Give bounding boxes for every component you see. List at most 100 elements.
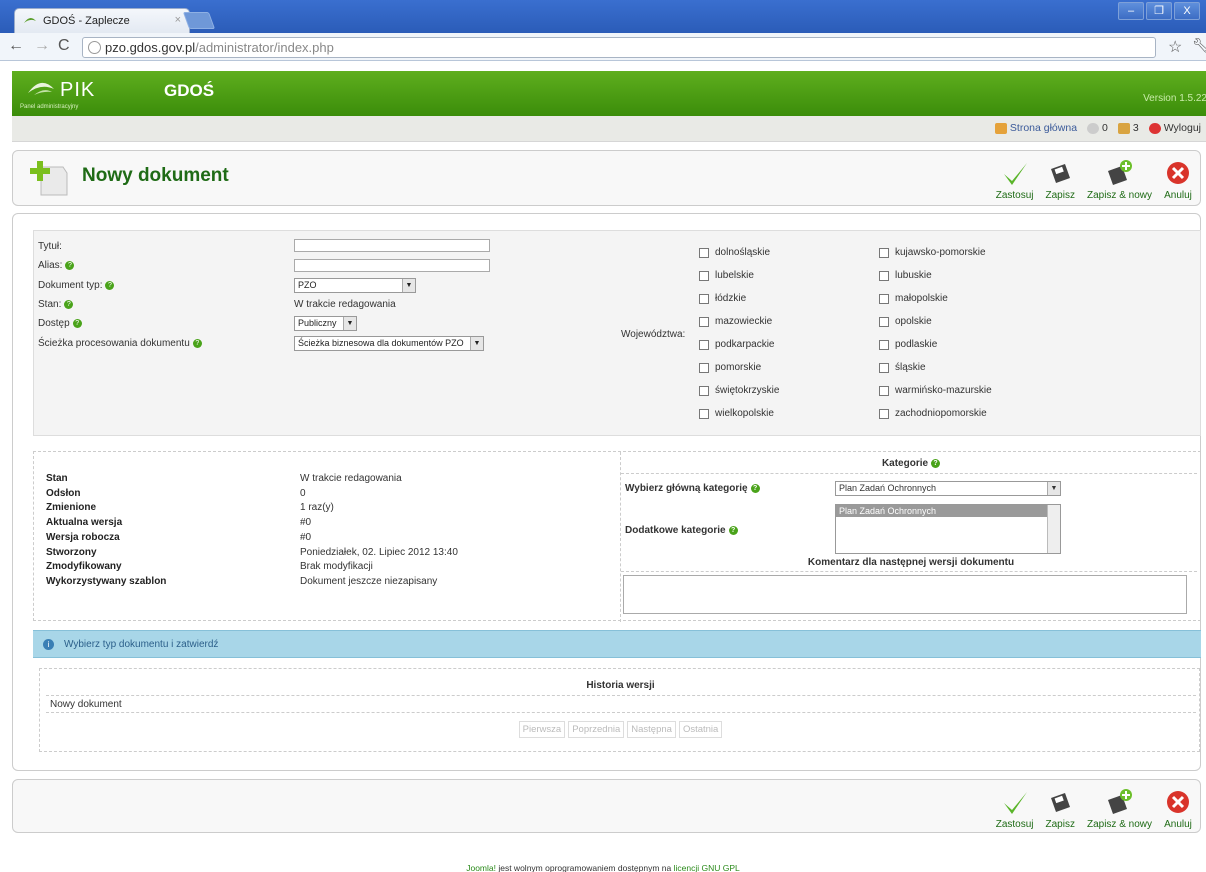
voivodeship-checkbox-item[interactable]: śląskie bbox=[879, 362, 926, 373]
main-content: Tytuł: Alias:? Dokument typ:? PZO ▼ Stan:… bbox=[12, 213, 1201, 771]
main-category-select[interactable]: Plan Zadań Ochronnych ▼ bbox=[835, 481, 1061, 496]
chevron-down-icon: ▼ bbox=[470, 337, 483, 350]
help-icon[interactable]: ? bbox=[105, 281, 115, 290]
checkbox[interactable] bbox=[699, 247, 709, 258]
save-new-button[interactable]: Zapisz & nowy bbox=[1081, 159, 1158, 201]
voivodeship-checkbox-item[interactable]: podkarpackie bbox=[699, 339, 774, 350]
voivodeship-checkbox-item[interactable]: kujawsko-pomorskie bbox=[879, 247, 986, 258]
voivodeship-checkbox-item[interactable]: świętokrzyskie bbox=[699, 385, 779, 396]
checkbox[interactable] bbox=[699, 408, 709, 419]
reload-icon[interactable]: C bbox=[58, 37, 70, 55]
next-page-button[interactable]: Następna bbox=[627, 721, 676, 738]
checkbox[interactable] bbox=[879, 247, 889, 258]
additional-categories-label-text: Dodatkowe kategorie bbox=[625, 525, 726, 536]
browser-tab[interactable]: GDOŚ - Zaplecze × bbox=[14, 8, 190, 33]
voivodeship-checkbox-item[interactable]: warmińsko-mazurskie bbox=[879, 385, 992, 396]
voivodeship-label: zachodniopomorskie bbox=[895, 408, 987, 419]
checkmark-icon bbox=[1003, 792, 1027, 814]
info-value: 0 bbox=[300, 487, 306, 499]
help-icon[interactable]: ? bbox=[72, 319, 82, 328]
checkbox[interactable] bbox=[879, 362, 889, 373]
new-tab-button[interactable] bbox=[182, 12, 216, 29]
table-row: Nowy dokument bbox=[46, 695, 1196, 713]
save-button[interactable]: Zapisz bbox=[1040, 788, 1081, 830]
voivodeship-checkbox-item[interactable]: mazowieckie bbox=[699, 316, 772, 327]
toolbar-top: Nowy dokument Zastosuj Zapisz Zapisz & n… bbox=[12, 150, 1201, 206]
pik-logo-icon bbox=[28, 82, 54, 95]
checkbox[interactable] bbox=[699, 362, 709, 373]
checkbox[interactable] bbox=[879, 385, 889, 396]
logout-link[interactable]: Wyloguj bbox=[1148, 122, 1201, 134]
voivodeship-checkbox-item[interactable]: zachodniopomorskie bbox=[879, 408, 987, 419]
users-counter[interactable]: 3 bbox=[1117, 122, 1139, 134]
license-link[interactable]: licencji GNU GPL bbox=[674, 863, 740, 872]
close-window-button[interactable]: X bbox=[1174, 2, 1200, 20]
bookmark-star-icon[interactable]: ☆ bbox=[1168, 37, 1182, 57]
comment-textarea[interactable] bbox=[623, 575, 1187, 614]
voivodeship-checkbox-item[interactable]: łódzkie bbox=[699, 293, 746, 304]
doctype-select[interactable]: PZO ▼ bbox=[294, 278, 416, 293]
tab-close-icon[interactable]: × bbox=[175, 14, 181, 26]
help-icon[interactable]: ? bbox=[728, 526, 738, 535]
apply-button[interactable]: Zastosuj bbox=[990, 159, 1040, 201]
voivodeship-label: lubuskie bbox=[895, 270, 932, 281]
list-item[interactable]: Plan Zadań Ochronnych bbox=[836, 505, 1047, 517]
maximize-button[interactable]: ❐ bbox=[1146, 2, 1172, 20]
wrench-icon[interactable]: 🔧︎ bbox=[1192, 37, 1206, 54]
chevron-down-icon: ▼ bbox=[343, 317, 356, 330]
version-label: Version 1.5.22 bbox=[1143, 93, 1206, 104]
cancel-button[interactable]: Anuluj bbox=[1158, 788, 1198, 830]
title-input[interactable] bbox=[294, 239, 490, 252]
forward-icon[interactable]: → bbox=[34, 37, 50, 55]
back-icon[interactable]: ← bbox=[8, 37, 24, 55]
cancel-icon bbox=[1167, 162, 1189, 184]
help-icon[interactable]: ? bbox=[931, 459, 941, 468]
checkbox[interactable] bbox=[879, 316, 889, 327]
checkbox[interactable] bbox=[879, 293, 889, 304]
cancel-button[interactable]: Anuluj bbox=[1158, 159, 1198, 201]
pagination: Pierwsza Poprzednia Następna Ostatnia bbox=[40, 721, 1201, 738]
voivodeship-checkbox-item[interactable]: pomorskie bbox=[699, 362, 761, 373]
help-icon[interactable]: ? bbox=[192, 339, 202, 348]
voivodeship-label: warmińsko-mazurskie bbox=[895, 385, 992, 396]
voivodeship-checkbox-item[interactable]: opolskie bbox=[879, 316, 932, 327]
apply-button[interactable]: Zastosuj bbox=[990, 788, 1040, 830]
messages-count: 0 bbox=[1102, 122, 1108, 134]
help-icon[interactable]: ? bbox=[750, 484, 760, 493]
save-button[interactable]: Zapisz bbox=[1040, 159, 1081, 201]
checkbox[interactable] bbox=[879, 408, 889, 419]
main-category-value: Plan Zadań Ochronnych bbox=[839, 483, 937, 493]
save-new-label: Zapisz & nowy bbox=[1086, 190, 1152, 201]
help-icon[interactable]: ? bbox=[65, 261, 75, 270]
messages-counter[interactable]: 0 bbox=[1087, 122, 1108, 134]
checkbox[interactable] bbox=[699, 385, 709, 396]
checkbox[interactable] bbox=[879, 270, 889, 281]
checkbox[interactable] bbox=[699, 316, 709, 327]
alias-input[interactable] bbox=[294, 259, 490, 272]
access-select[interactable]: Publiczny ▼ bbox=[294, 316, 357, 331]
home-link[interactable]: Strona główna bbox=[994, 122, 1078, 134]
checkbox[interactable] bbox=[699, 339, 709, 350]
footer: Joomla! jest wolnym oprogramowaniem dost… bbox=[0, 863, 1206, 872]
joomla-link[interactable]: Joomla! bbox=[466, 863, 496, 872]
first-page-button[interactable]: Pierwsza bbox=[518, 721, 566, 738]
scrollbar[interactable] bbox=[1047, 505, 1060, 553]
url-input[interactable]: pzo.gdos.gov.pl/administrator/index.php bbox=[82, 37, 1156, 58]
voivodeship-checkbox-item[interactable]: podlaskie bbox=[879, 339, 937, 350]
last-page-button[interactable]: Ostatnia bbox=[678, 721, 723, 738]
voivodeship-checkbox-item[interactable]: lubuskie bbox=[879, 270, 932, 281]
checkbox[interactable] bbox=[879, 339, 889, 350]
path-select[interactable]: Ścieżka biznesowa dla dokumentów PZO ▼ bbox=[294, 336, 484, 351]
previous-page-button[interactable]: Poprzednia bbox=[568, 721, 625, 738]
voivodeship-checkbox-item[interactable]: wielkopolskie bbox=[699, 408, 774, 419]
additional-categories-list[interactable]: Plan Zadań Ochronnych bbox=[835, 504, 1061, 554]
voivodeship-checkbox-item[interactable]: dolnośląskie bbox=[699, 247, 770, 258]
checkbox[interactable] bbox=[699, 270, 709, 281]
minimize-button[interactable]: – bbox=[1118, 2, 1144, 20]
save-new-button[interactable]: Zapisz & nowy bbox=[1081, 788, 1158, 830]
home-link-label: Strona główna bbox=[1009, 122, 1078, 134]
checkbox[interactable] bbox=[699, 293, 709, 304]
help-icon[interactable]: ? bbox=[64, 300, 74, 309]
voivodeship-checkbox-item[interactable]: lubelskie bbox=[699, 270, 754, 281]
voivodeship-checkbox-item[interactable]: małopolskie bbox=[879, 293, 948, 304]
